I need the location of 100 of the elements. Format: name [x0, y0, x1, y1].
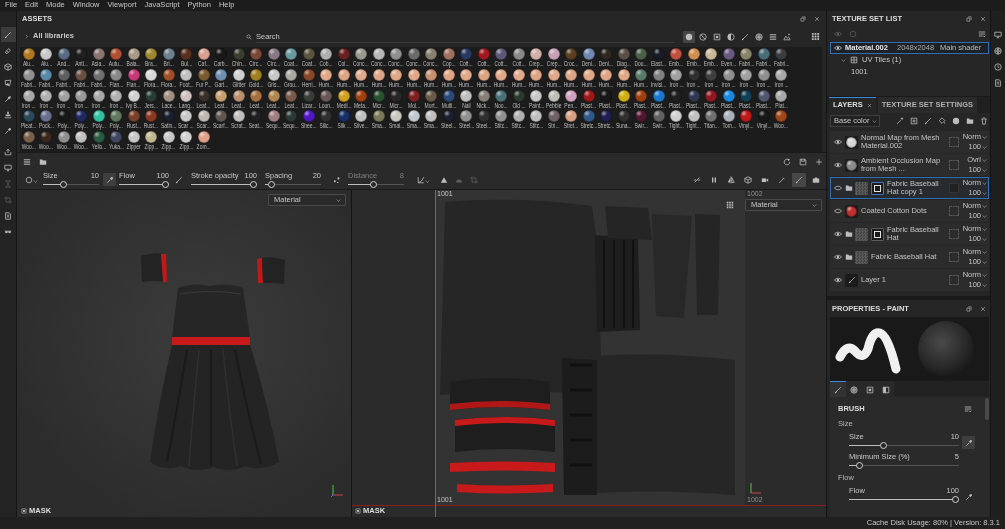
slider-thumb[interactable]: [856, 462, 864, 469]
material-sphere-icon[interactable]: [40, 68, 53, 81]
close-icon[interactable]: [980, 16, 986, 22]
material-sphere-icon[interactable]: [57, 89, 70, 102]
slider-thumb[interactable]: [879, 442, 887, 449]
material-sphere-icon[interactable]: [495, 89, 508, 102]
material-sphere-icon[interactable]: [75, 68, 88, 81]
material-sphere-icon[interactable]: [162, 68, 175, 81]
material-sphere-icon[interactable]: [687, 48, 700, 60]
material-sphere-icon[interactable]: [565, 89, 578, 102]
grid-icon[interactable]: [726, 201, 734, 209]
material-sphere-icon[interactable]: [425, 68, 438, 81]
material-sphere-icon[interactable]: [127, 48, 140, 60]
eyedropper-icon[interactable]: [964, 492, 973, 501]
material-sphere-icon[interactable]: [652, 110, 665, 123]
monitor-icon[interactable]: [994, 31, 1002, 39]
material-sphere-icon[interactable]: [267, 68, 280, 81]
material-sphere-icon[interactable]: [250, 48, 263, 60]
material-sphere-icon[interactable]: [75, 131, 88, 144]
filter-button[interactable]: [697, 30, 709, 43]
material-sphere-icon[interactable]: [705, 110, 718, 123]
material-sphere-icon[interactable]: [705, 48, 718, 60]
material-sphere-icon[interactable]: [460, 110, 473, 123]
material-sphere-icon[interactable]: [635, 48, 648, 60]
material-sphere-icon[interactable]: [495, 68, 508, 81]
material-sphere-icon[interactable]: [442, 48, 455, 60]
material-sphere-icon[interactable]: [267, 89, 280, 102]
save-icon[interactable]: [799, 157, 807, 166]
material-sphere-icon[interactable]: [687, 110, 700, 123]
material-sphere-icon[interactable]: [232, 68, 245, 81]
material-sphere-icon[interactable]: [110, 89, 123, 102]
material-sphere-icon[interactable]: [285, 48, 298, 60]
material-sphere-icon[interactable]: [425, 89, 438, 102]
material-sphere-icon[interactable]: [425, 110, 438, 123]
material-sphere-icon[interactable]: [477, 89, 490, 102]
brush-icon[interactable]: [924, 117, 932, 125]
undock-icon[interactable]: [966, 306, 972, 312]
material-sphere-icon[interactable]: [110, 48, 123, 60]
material-sphere-icon[interactable]: [197, 110, 210, 123]
eyedropper-button[interactable]: [103, 173, 116, 186]
material-sphere-icon[interactable]: [617, 89, 630, 102]
material-sphere-icon[interactable]: [250, 89, 263, 102]
list-icon[interactable]: [23, 157, 31, 166]
material-sphere-icon[interactable]: [180, 68, 193, 81]
material-sphere-icon[interactable]: [285, 89, 298, 102]
slider-thumb[interactable]: [162, 180, 169, 188]
mask-thumbnail-icon[interactable]: [871, 227, 884, 241]
material-sphere-icon[interactable]: [22, 68, 35, 81]
material-sphere-icon[interactable]: [775, 110, 788, 123]
slider-track[interactable]: [849, 496, 959, 503]
slider-thumb[interactable]: [267, 180, 275, 188]
material-sphere-icon[interactable]: [145, 131, 158, 144]
material-sphere-icon[interactable]: [127, 68, 140, 81]
material-sphere-icon[interactable]: [57, 48, 70, 60]
mask-thumbnail-icon[interactable]: [871, 181, 884, 195]
material-sphere-icon[interactable]: [145, 68, 158, 81]
material-sphere-icon[interactable]: [127, 131, 140, 144]
slider-thumb[interactable]: [952, 496, 959, 503]
material-sphere-icon[interactable]: [407, 48, 420, 60]
material-sphere-icon[interactable]: [355, 48, 368, 60]
material-sphere-icon[interactable]: [40, 89, 53, 102]
material-sphere-icon[interactable]: [232, 110, 245, 123]
filter-button[interactable]: [683, 30, 695, 43]
material-sphere-icon[interactable]: [355, 110, 368, 123]
material-sphere-icon[interactable]: [582, 68, 595, 81]
eye-icon[interactable]: [834, 44, 842, 52]
eye-icon[interactable]: [834, 253, 842, 261]
material-sphere-icon[interactable]: [92, 68, 105, 81]
material-sphere-icon[interactable]: [652, 68, 665, 81]
material-sphere-icon[interactable]: [512, 110, 525, 123]
square-plus-icon[interactable]: [910, 117, 918, 125]
material-sphere-icon[interactable]: [92, 89, 105, 102]
material-sphere-icon[interactable]: [722, 110, 735, 123]
view-tool-button[interactable]: [792, 172, 806, 187]
material-sphere-icon[interactable]: [617, 68, 630, 81]
material-sphere-icon[interactable]: [267, 48, 280, 60]
material-sphere-icon[interactable]: [215, 110, 228, 123]
material-sphere-icon[interactable]: [197, 131, 210, 144]
material-sphere-icon[interactable]: [162, 131, 175, 144]
material-sphere-icon[interactable]: [180, 131, 193, 144]
close-icon[interactable]: [866, 103, 872, 108]
material-sphere-icon[interactable]: [372, 48, 385, 60]
folder-icon[interactable]: [39, 157, 47, 166]
material-sphere-icon[interactable]: [22, 48, 35, 60]
material-sphere-icon[interactable]: [547, 110, 560, 123]
material-sphere-icon[interactable]: [547, 68, 560, 81]
material-sphere-icon[interactable]: [267, 110, 280, 123]
material-sphere-icon[interactable]: [250, 68, 263, 81]
material-sphere-icon[interactable]: [477, 68, 490, 81]
menu-icon[interactable]: [964, 405, 972, 413]
material-sphere-icon[interactable]: [22, 131, 35, 144]
material-sphere-icon[interactable]: [162, 48, 175, 60]
material-sphere-icon[interactable]: [355, 89, 368, 102]
menu-icon[interactable]: [978, 29, 986, 38]
material-sphere-icon[interactable]: [92, 110, 105, 123]
material-sphere-icon[interactable]: [670, 68, 683, 81]
material-sphere-icon[interactable]: [355, 68, 368, 81]
material-sphere-icon[interactable]: [582, 48, 595, 60]
filter-button[interactable]: [725, 30, 737, 43]
eye-icon[interactable]: [834, 276, 842, 284]
